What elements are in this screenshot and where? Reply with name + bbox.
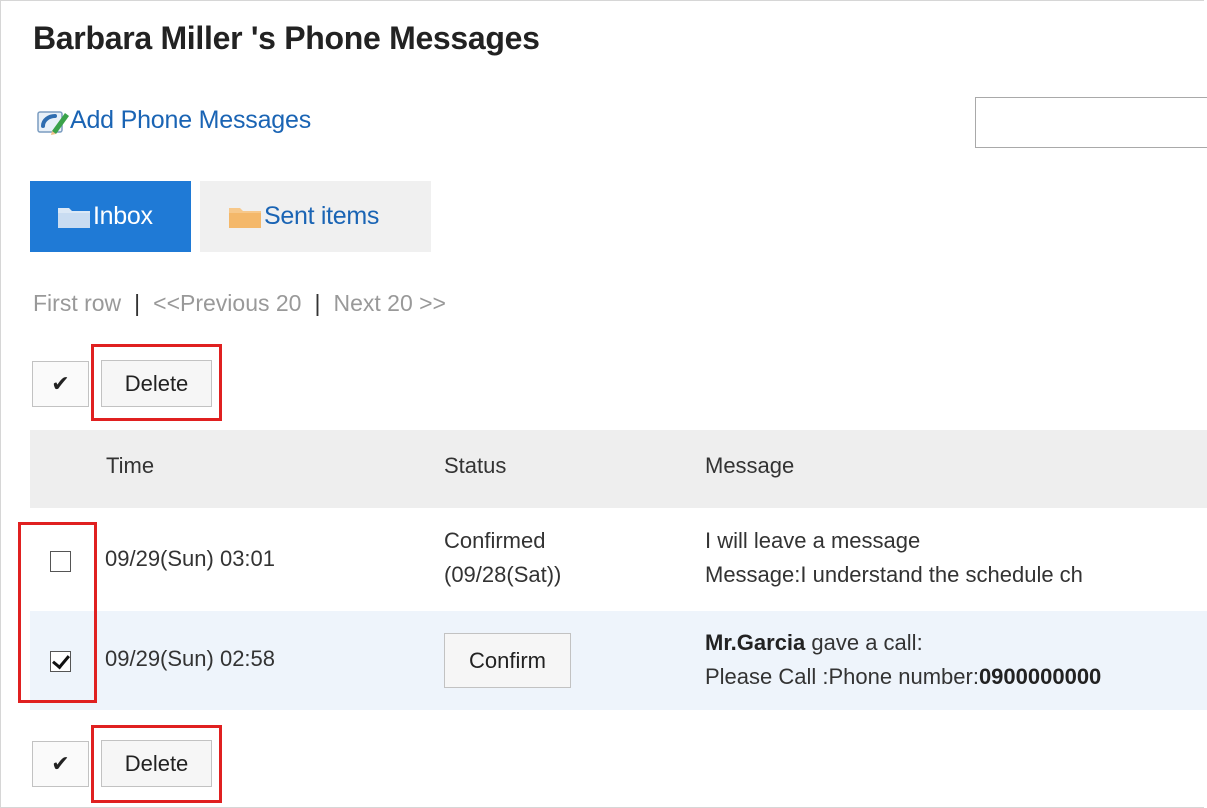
checkbox-highlight bbox=[18, 522, 97, 703]
table-header bbox=[30, 430, 1207, 508]
row-message-title: I will leave a message bbox=[705, 528, 921, 553]
row-time: 09/29(Sun) 02:58 bbox=[105, 646, 276, 671]
row-status: Confirmed bbox=[444, 528, 546, 553]
row-message-body: Message:I understand the schedule ch bbox=[705, 562, 1083, 587]
delete-highlight-bottom bbox=[91, 725, 222, 803]
add-phone-message-link[interactable]: Add Phone Messages bbox=[36, 106, 311, 135]
row-message-body: Please Call :Phone number:0900000000 bbox=[705, 662, 1101, 692]
caller-name: Mr.Garcia bbox=[705, 630, 806, 655]
pager-separator: | bbox=[314, 290, 321, 316]
pager-previous[interactable]: <<Previous 20 bbox=[153, 290, 301, 317]
page-title: Barbara Miller 's Phone Messages bbox=[33, 20, 540, 56]
pager-separator: | bbox=[134, 290, 141, 316]
row-time: 09/29(Sun) 03:01 bbox=[105, 546, 276, 571]
row-message[interactable]: Mr.Garcia gave a call: Please Call :Phon… bbox=[705, 628, 1185, 698]
tab-sent-items-label: Sent items bbox=[264, 202, 380, 230]
pager-next[interactable]: Next 20 >> bbox=[333, 290, 446, 317]
column-header-status: Status bbox=[444, 453, 507, 478]
folder-icon bbox=[228, 205, 264, 229]
phone-number: 0900000000 bbox=[978, 664, 1102, 689]
caller-suffix: gave a call: bbox=[805, 630, 923, 655]
folder-icon bbox=[57, 205, 93, 229]
tab-sent-items[interactable]: Sent items bbox=[200, 181, 431, 252]
row-status-date: (09/28(Sat)) bbox=[444, 562, 562, 587]
check-all-button[interactable]: ✔ bbox=[32, 361, 89, 407]
message-prefix: Please Call :Phone number: bbox=[705, 664, 979, 689]
phone-pencil-icon bbox=[36, 107, 70, 135]
add-phone-message-label: Add Phone Messages bbox=[70, 106, 312, 134]
delete-highlight-top bbox=[91, 344, 222, 421]
row-message[interactable]: I will leave a message Message:I underst… bbox=[705, 526, 1185, 596]
check-all-button-bottom[interactable]: ✔ bbox=[32, 741, 89, 787]
search-input[interactable] bbox=[975, 97, 1207, 148]
pager-first-row[interactable]: First row bbox=[33, 290, 121, 317]
tab-inbox-label: Inbox bbox=[93, 202, 153, 230]
column-header-message: Message bbox=[705, 453, 795, 478]
confirm-button[interactable]: Confirm bbox=[444, 633, 571, 688]
tab-inbox[interactable]: Inbox bbox=[30, 181, 191, 252]
row-message-title: Mr.Garcia gave a call: bbox=[705, 628, 923, 658]
pagination: First row | <<Previous 20 | Next 20 >> bbox=[33, 290, 446, 317]
column-header-time: Time bbox=[106, 453, 155, 478]
